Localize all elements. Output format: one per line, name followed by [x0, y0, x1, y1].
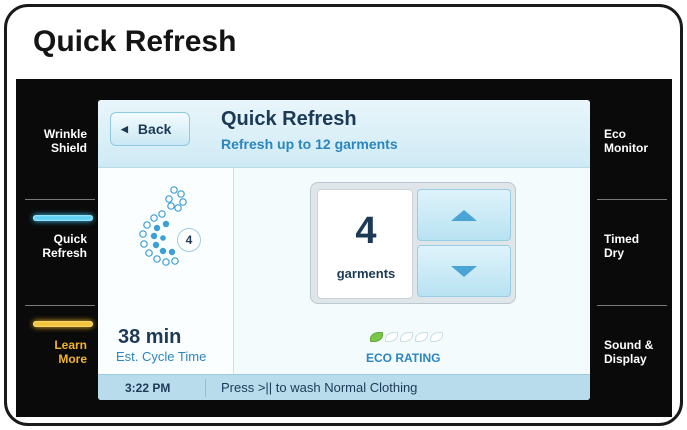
garment-count-display: 4 garments — [317, 189, 413, 299]
cycle-time-label: Est. Cycle Time — [116, 349, 207, 364]
status-divider — [205, 379, 206, 397]
leaf-icon — [400, 332, 413, 342]
nav-label: Dry — [604, 246, 625, 260]
nav-label: Shield — [50, 141, 87, 155]
nav-label: Timed — [604, 232, 640, 246]
window-frame: Quick Refresh Wrinkle Shield Quick Refre… — [4, 4, 683, 426]
nav-label: Quick — [53, 232, 87, 246]
leaf-icon — [430, 332, 443, 342]
decrease-button[interactable] — [417, 245, 511, 297]
nav-label: More — [58, 352, 87, 366]
page-title: Quick Refresh — [33, 25, 237, 58]
learn-more-indicator — [33, 321, 93, 327]
screen-header: ◀ Back Quick Refresh Refresh up to 12 ga… — [98, 100, 590, 168]
nav-label: Learn — [54, 338, 87, 352]
leaf-icon — [415, 332, 428, 342]
nav-label: Wrinkle — [43, 127, 87, 141]
nav-label: Refresh — [42, 246, 87, 260]
nav-eco-monitor[interactable]: Eco Monitor — [604, 127, 674, 155]
nav-quick-refresh[interactable]: Quick Refresh — [31, 232, 87, 260]
status-message: Press >|| to wash Normal Clothing — [221, 380, 418, 395]
nav-label: Sound & — [604, 338, 654, 352]
nav-sound-display[interactable]: Sound & Display — [604, 338, 674, 366]
cycle-time: 38 min — [118, 326, 182, 348]
active-indicator — [33, 215, 93, 221]
nav-divider — [597, 305, 667, 306]
garment-stepper: 4 garments — [310, 182, 516, 304]
increase-button[interactable] — [417, 189, 511, 241]
nav-divider — [597, 199, 667, 200]
garment-count: 4 — [355, 210, 377, 252]
main-screen: ◀ Back Quick Refresh Refresh up to 12 ga… — [98, 100, 590, 400]
back-button-label: Back — [137, 121, 172, 137]
clock: 3:22 PM — [125, 381, 171, 395]
left-triangle-icon: ◀ — [121, 123, 128, 134]
nav-label: Monitor — [604, 141, 648, 155]
screen-subtitle: Refresh up to 12 garments — [221, 136, 398, 152]
eco-rating-leaves — [370, 332, 443, 342]
nav-label: Display — [604, 352, 647, 366]
nav-wrinkle-shield[interactable]: Wrinkle Shield — [31, 127, 87, 155]
status-bar: 3:22 PM Press >|| to wash Normal Clothin… — [98, 374, 590, 400]
leaf-icon — [370, 332, 383, 342]
up-arrow-icon — [451, 209, 477, 221]
back-button[interactable]: ◀ Back — [110, 112, 190, 146]
nav-learn-more[interactable]: Learn More — [31, 338, 87, 366]
nav-divider — [25, 305, 95, 306]
cycle-badge: 4 — [177, 228, 201, 252]
down-arrow-icon — [451, 265, 477, 277]
garment-label: garments — [336, 266, 396, 281]
eco-rating-label: ECO RATING — [366, 351, 441, 365]
nav-divider — [25, 199, 95, 200]
nav-timed-dry[interactable]: Timed Dry — [604, 232, 674, 260]
leaf-icon — [385, 332, 398, 342]
nav-label: Eco — [604, 127, 627, 141]
screen-title: Quick Refresh — [221, 108, 357, 130]
